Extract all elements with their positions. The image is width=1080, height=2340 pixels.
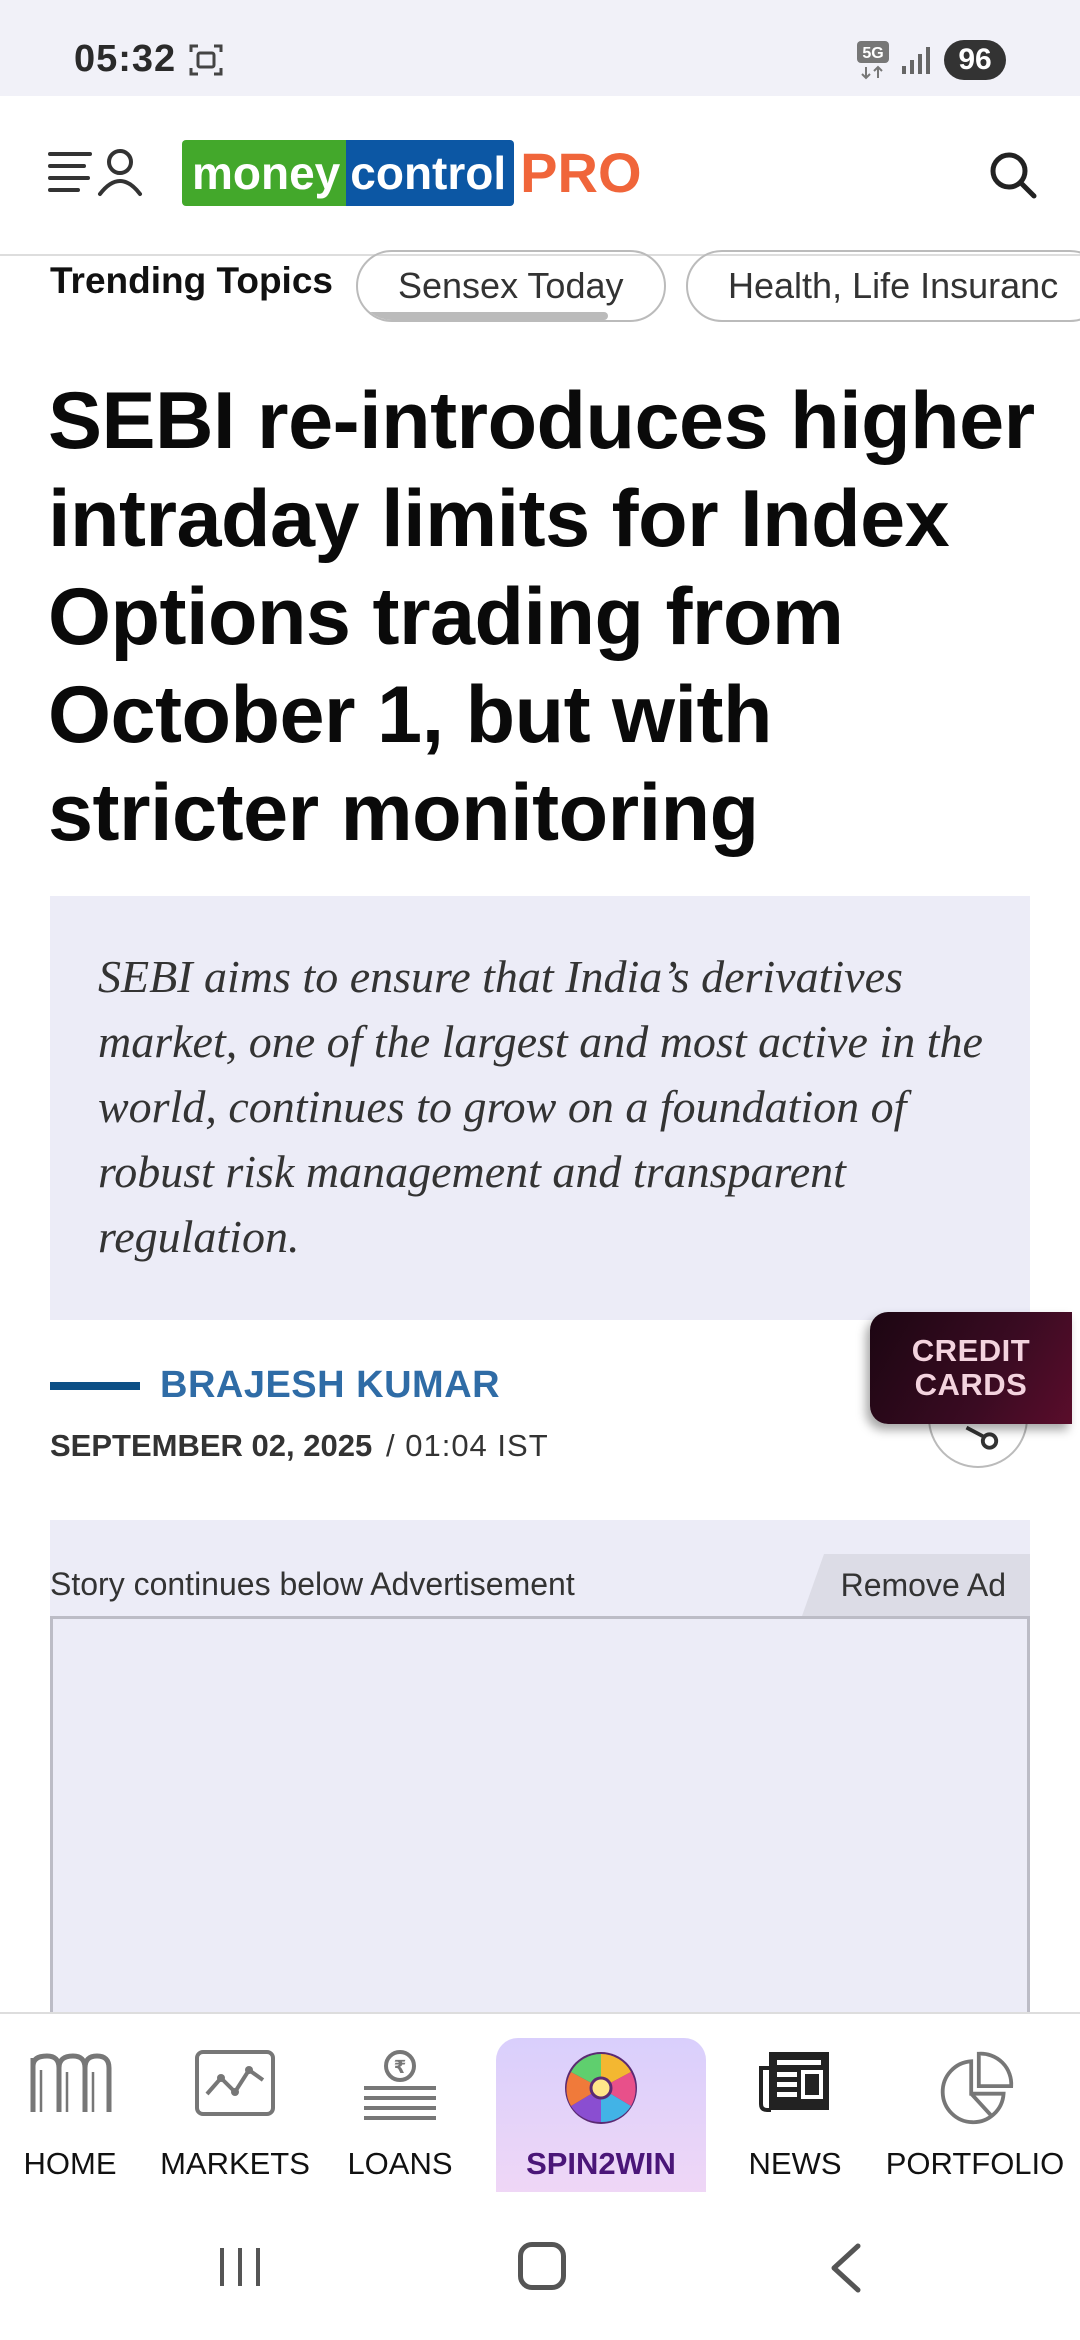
author-name[interactable]: BRAJESH KUMAR xyxy=(160,1364,500,1407)
pie-chart-icon xyxy=(940,2051,1014,2125)
logo-pro: PRO xyxy=(520,141,642,204)
publish-date: SEPTEMBER 02, 2025 xyxy=(50,1428,373,1463)
nav-spin2win-label: SPIN2WIN xyxy=(526,2146,676,2181)
home-icon[interactable] xyxy=(518,2242,566,2290)
spin-wheel-icon xyxy=(565,2052,637,2124)
author-accent-rule xyxy=(50,1382,140,1390)
nav-markets-label: MARKETS xyxy=(160,2146,310,2181)
ad-frame[interactable] xyxy=(50,1616,1030,2036)
nav-loans-label: LOANS xyxy=(347,2146,453,2181)
home-m-icon xyxy=(30,2053,112,2112)
nav-home[interactable]: HOME xyxy=(0,2014,140,2194)
moneycontrol-pro-logo[interactable]: money control PRO xyxy=(182,140,642,206)
chip-scroll-indicator xyxy=(358,312,608,320)
nav-home-label: HOME xyxy=(23,2146,117,2181)
signal-icon xyxy=(902,47,930,74)
article-summary: SEBI aims to ensure that India’s derivat… xyxy=(98,951,983,1262)
app-header: money control PRO xyxy=(0,96,1080,256)
trending-topic-label: Sensex Today xyxy=(398,265,624,306)
markets-chart-icon xyxy=(195,2050,275,2116)
status-bar: 05:32 5G 96 xyxy=(0,0,1080,96)
system-navigation-bar xyxy=(0,2192,1080,2340)
bottom-navigation: HOME MARKETS ₹ LOANS SPIN2WIN NEWS PORTF… xyxy=(0,2012,1080,2198)
trending-topic-chip[interactable]: Sensex Today xyxy=(356,250,666,322)
network-label: 5G xyxy=(862,45,883,62)
credit-cards-line1: CREDIT xyxy=(911,1333,1031,1368)
nav-loans[interactable]: ₹ LOANS xyxy=(330,2014,470,2194)
remove-ad-button[interactable]: Remove Ad xyxy=(802,1554,1030,1616)
newspaper-icon xyxy=(759,2052,829,2112)
5g-icon: 5G xyxy=(857,41,889,80)
nav-markets[interactable]: MARKETS xyxy=(150,2014,320,2194)
loans-rupee-icon: ₹ xyxy=(364,2050,436,2120)
nav-news[interactable]: NEWS xyxy=(730,2014,860,2194)
screenshot-icon xyxy=(189,44,223,76)
publish-time: / 01:04 IST xyxy=(386,1428,549,1463)
trending-topic-chip[interactable]: Health, Life Insuranc xyxy=(686,250,1080,322)
nav-portfolio[interactable]: PORTFOLIO xyxy=(870,2014,1080,2194)
logo-money: money xyxy=(182,140,347,206)
advertisement-block: Story continues below Advertisement Remo… xyxy=(50,1520,1030,2036)
nav-portfolio-label: PORTFOLIO xyxy=(885,2146,1065,2181)
recents-icon[interactable] xyxy=(216,2244,264,2290)
ad-caption: Story continues below Advertisement xyxy=(50,1566,575,1602)
battery-icon: 96 xyxy=(944,40,1006,80)
trending-topics-label: Trending Topics xyxy=(50,260,333,301)
back-icon[interactable] xyxy=(826,2242,866,2294)
credit-cards-line2: CARDS xyxy=(914,1367,1028,1402)
menu-user-icon[interactable] xyxy=(48,146,148,198)
article-headline: SEBI re-introduces higher intraday limit… xyxy=(48,376,1035,858)
nav-news-label: NEWS xyxy=(748,2146,842,2181)
search-icon[interactable] xyxy=(986,148,1040,202)
credit-cards-floating-button[interactable]: CREDIT CARDS xyxy=(870,1312,1072,1424)
article-summary-box: SEBI aims to ensure that India’s derivat… xyxy=(50,896,1030,1320)
trending-topics-bar: Trending Topics Sensex Today Health, Lif… xyxy=(0,250,1080,330)
nav-spin2win[interactable]: SPIN2WIN xyxy=(496,2038,706,2198)
logo-control: control xyxy=(346,140,515,206)
trending-topic-label: Health, Life Insuranc xyxy=(728,265,1059,306)
svg-text:₹: ₹ xyxy=(394,2057,407,2078)
status-time: 05:32 xyxy=(74,38,177,80)
